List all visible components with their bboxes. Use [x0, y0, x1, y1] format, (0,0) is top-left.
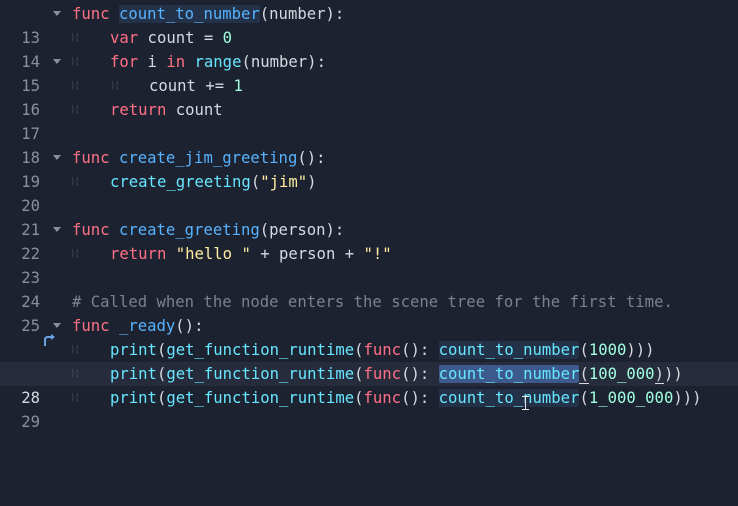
code-text: func create_jim_greeting():	[72, 149, 326, 167]
fold-arrow-icon[interactable]	[53, 59, 61, 64]
code-text: var count = 0	[110, 29, 233, 47]
code-editor[interactable]: 13 func count_to_number(number): 14 ⟩| v…	[0, 0, 738, 431]
fold-arrow-icon[interactable]	[53, 227, 61, 232]
code-text: for i in range(number):	[110, 53, 326, 71]
tab-indent-icon: ⟩|	[70, 57, 80, 67]
code-line[interactable]: 23 ⟩| return "hello " + person + "!"	[0, 242, 738, 287]
text-cursor-icon	[522, 396, 529, 410]
tab-indent-icon: ⟩|	[110, 81, 120, 91]
code-text: func _ready():	[72, 317, 204, 335]
fold-arrow-icon[interactable]	[53, 11, 61, 16]
tab-indent-icon: ⟩|	[70, 105, 80, 115]
code-comment: # Called when the node enters the scene …	[72, 293, 673, 311]
code-line[interactable]: 21	[0, 194, 738, 239]
fold-arrow-icon[interactable]	[53, 323, 61, 328]
code-text: count += 1	[149, 77, 243, 95]
code-line[interactable]: 20 ⟩| create_greeting("jim")	[0, 170, 738, 215]
code-text: func count_to_number(number):	[72, 5, 345, 23]
code-text: return count	[110, 101, 223, 119]
fold-arrow-icon[interactable]	[53, 155, 61, 160]
tab-indent-icon: ⟩|	[70, 177, 80, 187]
tab-indent-icon: ⟩|	[70, 345, 80, 355]
code-line[interactable]: 18	[0, 122, 738, 167]
code-text: print(get_function_runtime(func(): count…	[110, 365, 683, 384]
code-text: create_greeting("jim")	[110, 173, 317, 191]
override-arrow-icon[interactable]	[0, 319, 56, 346]
code-line[interactable]: 15 ⟩| for i in range(number):	[0, 50, 738, 95]
code-line[interactable]: 27 ⟩| print(get_function_runtime(func():…	[0, 338, 738, 383]
selected-text: count_to_number	[438, 365, 580, 383]
code-line[interactable]: 14 ⟩| var count = 0	[0, 26, 738, 71]
tab-indent-icon: ⟩|	[70, 81, 80, 91]
code-line[interactable]: 22 func create_greeting(person):	[0, 218, 738, 263]
code-text: print(get_function_runtime(func(): count…	[110, 389, 702, 407]
code-text: return "hello " + person + "!"	[110, 245, 392, 263]
tab-indent-icon: ⟩|	[70, 393, 80, 403]
code-text: print(get_function_runtime(func(): count…	[110, 341, 655, 359]
code-line[interactable]: 13 func count_to_number(number):	[0, 2, 738, 47]
tab-indent-icon: ⟩|	[70, 249, 80, 259]
code-line[interactable]: 16 ⟩| ⟩| count += 1	[0, 74, 738, 119]
line-number: 29	[21, 413, 40, 431]
tab-indent-icon: ⟩|	[70, 369, 80, 379]
code-line[interactable]: 29 ⟩| print(get_function_runtime(func():…	[0, 386, 738, 431]
code-line[interactable]: 24	[0, 266, 738, 311]
code-line[interactable]: 17 ⟩| return count	[0, 98, 738, 143]
code-line[interactable]: 19 func create_jim_greeting():	[0, 146, 738, 191]
code-line[interactable]: 26 func _ready():	[0, 314, 738, 383]
tab-indent-icon: ⟩|	[70, 33, 80, 43]
code-line[interactable]: 25 # Called when the node enters the sce…	[0, 290, 738, 335]
code-text: func create_greeting(person):	[72, 221, 345, 239]
code-line-current[interactable]: 28 ⟩| print(get_function_runtime(func():…	[0, 362, 738, 407]
